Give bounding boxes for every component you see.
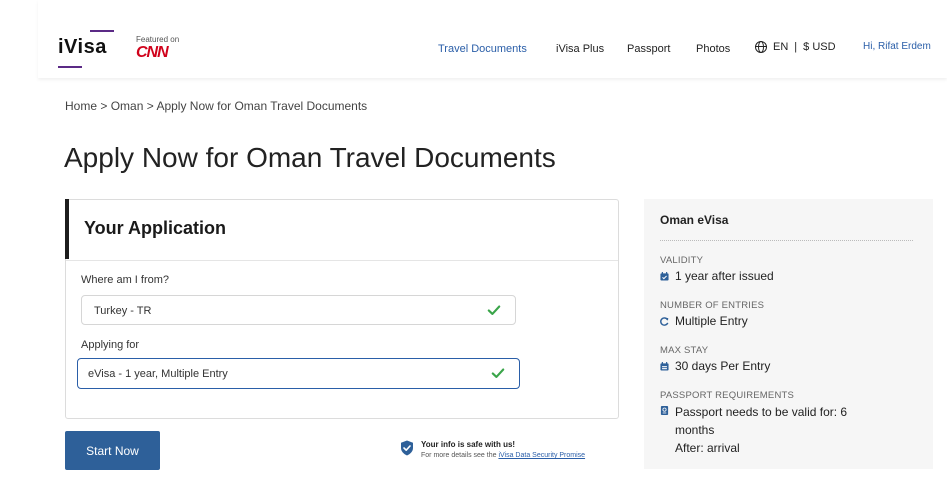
stay-row: 30 days Per Entry: [660, 359, 770, 373]
breadcrumb-sep: >: [100, 99, 108, 113]
entries-label: NUMBER OF ENTRIES: [660, 300, 765, 311]
entries-row: Multiple Entry: [660, 314, 748, 328]
security-promise-link[interactable]: iVisa Data Security Promise: [498, 452, 585, 459]
check-icon: [491, 368, 505, 378]
passport-label: PASSPORT REQUIREMENTS: [660, 390, 795, 401]
passport-after: After: arrival: [675, 441, 740, 455]
applying-value: eVisa - 1 year, Multiple Entry: [88, 368, 228, 380]
user-menu[interactable]: Hi, Rifat Erdem: [863, 41, 931, 52]
featured-on-text: Featured on: [136, 35, 180, 44]
breadcrumb-home[interactable]: Home: [65, 99, 97, 113]
safe-title: Your info is safe with us!: [421, 440, 516, 449]
passport-value: Passport needs to be valid for: 6 months: [675, 405, 848, 437]
logo-bar-top: [90, 30, 114, 32]
passport-row: Passport needs to be valid for: 6 months…: [660, 403, 875, 457]
separator: |: [794, 41, 798, 53]
from-value: Turkey - TR: [94, 305, 152, 317]
safe-subtitle-text: For more details see the: [421, 452, 497, 459]
passport-icon: [660, 406, 669, 415]
stay-value: 30 days Per Entry: [675, 359, 771, 373]
cnn-logo: CNN: [136, 44, 169, 61]
validity-value: 1 year after issued: [675, 269, 774, 283]
start-now-button[interactable]: Start Now: [65, 431, 160, 470]
visa-summary-panel: Oman eVisa VALIDITY 1 year after issued …: [644, 199, 933, 469]
language-label: EN: [773, 41, 789, 53]
calendar-icon: [660, 272, 669, 281]
page-title: Apply Now for Oman Travel Documents: [64, 142, 556, 173]
applying-select[interactable]: eVisa - 1 year, Multiple Entry: [77, 358, 520, 389]
breadcrumb: Home > Oman > Apply Now for Oman Travel …: [65, 99, 367, 113]
applying-label: Applying for: [81, 339, 140, 351]
nav-photos[interactable]: Photos: [696, 43, 730, 55]
breadcrumb-country[interactable]: Oman: [111, 99, 144, 113]
passport-values: Passport needs to be valid for: 6 months…: [675, 403, 875, 457]
stay-label: MAX STAY: [660, 345, 709, 356]
card-accent-bar: [65, 199, 69, 259]
language-currency-selector[interactable]: EN | $ USD: [755, 41, 836, 53]
globe-icon: [755, 41, 767, 53]
top-header: iVisa Featured on CNN Travel Documents i…: [38, 0, 947, 78]
safe-subtitle: For more details see the iVisa Data Secu…: [421, 452, 585, 459]
check-icon: [487, 305, 501, 315]
summary-divider: [660, 240, 913, 241]
from-label: Where am I from?: [81, 274, 170, 286]
card-divider: [66, 260, 618, 261]
nav-ivisa-plus[interactable]: iVisa Plus: [556, 43, 604, 55]
logo-text: iVisa: [58, 36, 107, 58]
validity-label: VALIDITY: [660, 255, 704, 266]
nav-travel-documents[interactable]: Travel Documents: [438, 43, 527, 55]
validity-row: 1 year after issued: [660, 269, 774, 283]
currency-label: $ USD: [803, 41, 836, 53]
entries-value: Multiple Entry: [675, 314, 748, 328]
nav-passport[interactable]: Passport: [627, 43, 670, 55]
shield-check-icon: [401, 440, 413, 456]
summary-title: Oman eVisa: [660, 213, 729, 227]
breadcrumb-current: Apply Now for Oman Travel Documents: [156, 99, 368, 113]
breadcrumb-sep: >: [146, 99, 154, 113]
card-title: Your Application: [84, 218, 226, 238]
from-select[interactable]: Turkey - TR: [81, 295, 516, 325]
refresh-icon: [660, 317, 669, 326]
ivisa-logo[interactable]: iVisa: [58, 28, 118, 68]
logo-bar-bottom: [58, 66, 82, 68]
calendar-icon: [660, 362, 669, 371]
application-card: Your Application Where am I from? Turkey…: [65, 199, 619, 419]
